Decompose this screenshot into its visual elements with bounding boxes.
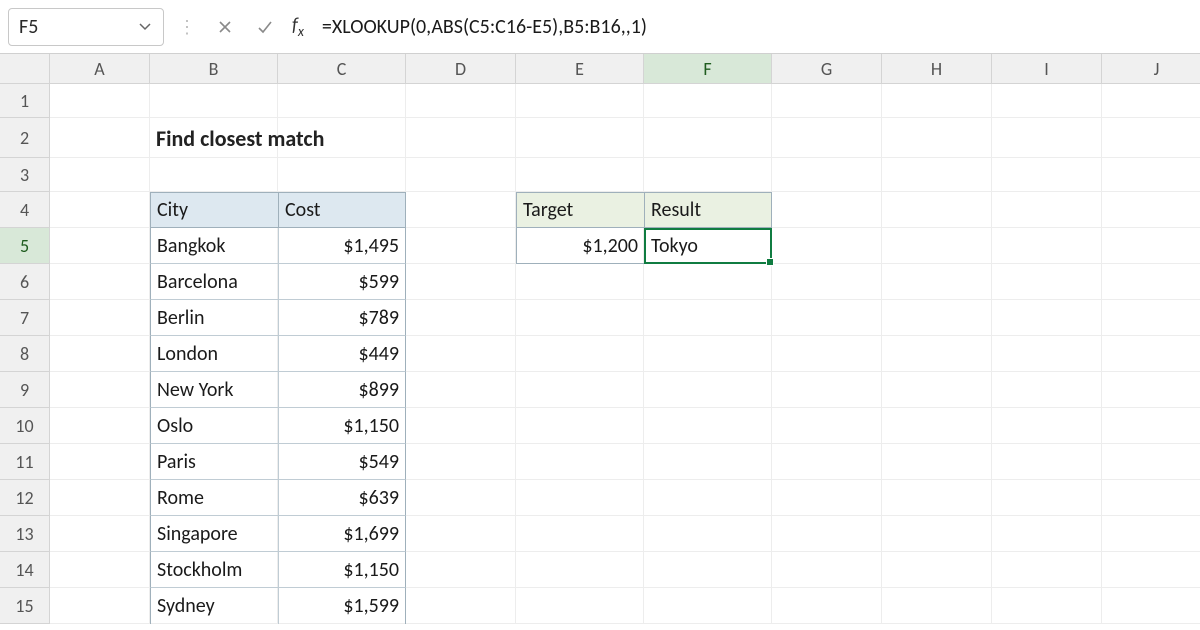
lookup-result-header[interactable]: Result [644, 192, 772, 228]
row-header-2[interactable]: 2 [0, 118, 50, 158]
lookup-target-value[interactable]: $1,200 [516, 228, 644, 264]
table-row-city[interactable]: Berlin [150, 300, 278, 336]
table-row-cost[interactable]: $449 [278, 336, 406, 372]
formula-input[interactable] [322, 8, 1200, 46]
fx-icon[interactable]: fx [292, 14, 304, 40]
column-header-B[interactable]: B [150, 54, 278, 84]
row-headers: 123456789101112131415 [0, 84, 50, 624]
table-row-cost[interactable]: $899 [278, 372, 406, 408]
row-header-3[interactable]: 3 [0, 158, 50, 192]
table-row-cost[interactable]: $789 [278, 300, 406, 336]
row-header-14[interactable]: 14 [0, 552, 50, 588]
column-headers: ABCDEFGHIJ [0, 54, 1200, 84]
table-row-city[interactable]: Barcelona [150, 264, 278, 300]
table-row-cost[interactable]: $1,150 [278, 552, 406, 588]
table-row-city[interactable]: Bangkok [150, 228, 278, 264]
row-header-8[interactable]: 8 [0, 336, 50, 372]
table-row-cost[interactable]: $639 [278, 480, 406, 516]
column-header-D[interactable]: D [406, 54, 516, 84]
worksheet-title: Find closest match [150, 118, 550, 158]
table-row-city[interactable]: Rome [150, 480, 278, 516]
row-header-5[interactable]: 5 [0, 228, 50, 264]
row-header-13[interactable]: 13 [0, 516, 50, 552]
table1-header-city[interactable]: City [150, 192, 278, 228]
lookup-target-header[interactable]: Target [516, 192, 644, 228]
enter-formula-button[interactable] [250, 12, 280, 42]
row-header-11[interactable]: 11 [0, 444, 50, 480]
column-header-H[interactable]: H [882, 54, 992, 84]
table-row-city[interactable]: Paris [150, 444, 278, 480]
table-row-city[interactable]: New York [150, 372, 278, 408]
row-header-4[interactable]: 4 [0, 192, 50, 228]
cancel-formula-button[interactable] [210, 12, 240, 42]
table-row-city[interactable]: London [150, 336, 278, 372]
row-header-7[interactable]: 7 [0, 300, 50, 336]
table-row-city[interactable]: Stockholm [150, 552, 278, 588]
lookup-result-value[interactable]: Tokyo [644, 228, 772, 264]
table-row-city[interactable]: Sydney [150, 588, 278, 624]
row-header-1[interactable]: 1 [0, 84, 50, 118]
chevron-down-icon [137, 19, 153, 35]
column-header-A[interactable]: A [50, 54, 150, 84]
row-header-10[interactable]: 10 [0, 408, 50, 444]
column-header-E[interactable]: E [516, 54, 644, 84]
column-header-I[interactable]: I [992, 54, 1102, 84]
row-header-15[interactable]: 15 [0, 588, 50, 624]
name-box[interactable]: F5 [8, 8, 164, 46]
row-header-6[interactable]: 6 [0, 264, 50, 300]
table-row-cost[interactable]: $1,150 [278, 408, 406, 444]
column-header-F[interactable]: F [644, 54, 772, 84]
column-header-C[interactable]: C [278, 54, 406, 84]
column-header-J[interactable]: J [1102, 54, 1200, 84]
table-row-cost[interactable]: $599 [278, 264, 406, 300]
table-row-cost[interactable]: $1,495 [278, 228, 406, 264]
table-row-city[interactable]: Singapore [150, 516, 278, 552]
table1-header-cost[interactable]: Cost [278, 192, 406, 228]
separator-icon: ⋮ [178, 16, 196, 38]
formula-bar-row: F5 ⋮ fx [0, 0, 1200, 54]
row-header-9[interactable]: 9 [0, 372, 50, 408]
spreadsheet-grid: ABCDEFGHIJ 123456789101112131415 Find cl… [0, 54, 1200, 630]
table-row-city[interactable]: Oslo [150, 408, 278, 444]
row-header-12[interactable]: 12 [0, 480, 50, 516]
select-all-corner[interactable] [0, 54, 50, 84]
table-row-cost[interactable]: $549 [278, 444, 406, 480]
column-header-G[interactable]: G [772, 54, 882, 84]
table-row-cost[interactable]: $1,599 [278, 588, 406, 624]
name-box-value: F5 [19, 15, 38, 39]
table-row-cost[interactable]: $1,699 [278, 516, 406, 552]
